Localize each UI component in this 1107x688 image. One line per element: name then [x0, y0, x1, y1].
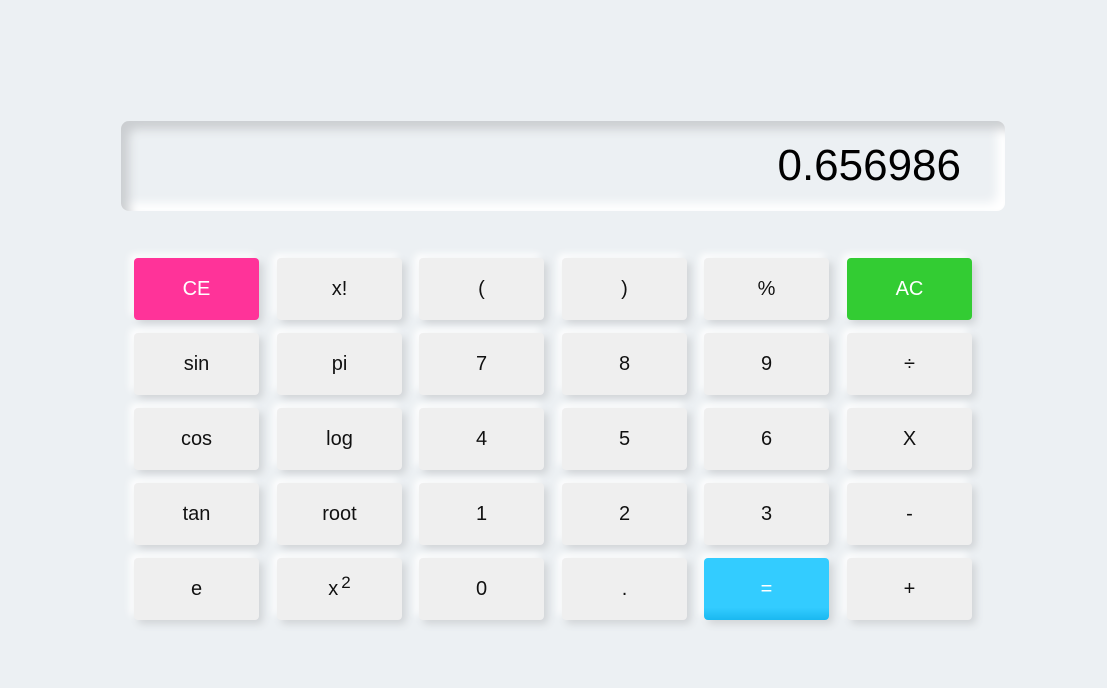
three-button[interactable]: 3 — [704, 483, 829, 545]
equals-button[interactable]: = — [704, 558, 829, 620]
e-button[interactable]: e — [134, 558, 259, 620]
minus-button[interactable]: - — [847, 483, 972, 545]
cos-button[interactable]: cos — [134, 408, 259, 470]
divide-button[interactable]: ÷ — [847, 333, 972, 395]
close-paren-button[interactable]: ) — [562, 258, 687, 320]
factorial-button[interactable]: x! — [277, 258, 402, 320]
one-button[interactable]: 1 — [419, 483, 544, 545]
ce-button[interactable]: CE — [134, 258, 259, 320]
seven-button[interactable]: 7 — [419, 333, 544, 395]
decimal-button[interactable]: . — [562, 558, 687, 620]
tan-button[interactable]: tan — [134, 483, 259, 545]
zero-button[interactable]: 0 — [419, 558, 544, 620]
eight-button[interactable]: 8 — [562, 333, 687, 395]
log-button[interactable]: log — [277, 408, 402, 470]
calculator-display: 0.656986 — [121, 121, 1005, 211]
square-base-label: x — [328, 577, 339, 600]
square-button[interactable]: x2 — [277, 558, 402, 620]
display-value: 0.656986 — [777, 141, 961, 190]
five-button[interactable]: 5 — [562, 408, 687, 470]
sin-button[interactable]: sin — [134, 333, 259, 395]
six-button[interactable]: 6 — [704, 408, 829, 470]
plus-button[interactable]: + — [847, 558, 972, 620]
root-button[interactable]: root — [277, 483, 402, 545]
two-button[interactable]: 2 — [562, 483, 687, 545]
multiply-button[interactable]: X — [847, 408, 972, 470]
four-button[interactable]: 4 — [419, 408, 544, 470]
open-paren-button[interactable]: ( — [419, 258, 544, 320]
ac-button[interactable]: AC — [847, 258, 972, 320]
percent-button[interactable]: % — [704, 258, 829, 320]
square-exponent-label: 2 — [341, 573, 351, 592]
nine-button[interactable]: 9 — [704, 333, 829, 395]
pi-button[interactable]: pi — [277, 333, 402, 395]
